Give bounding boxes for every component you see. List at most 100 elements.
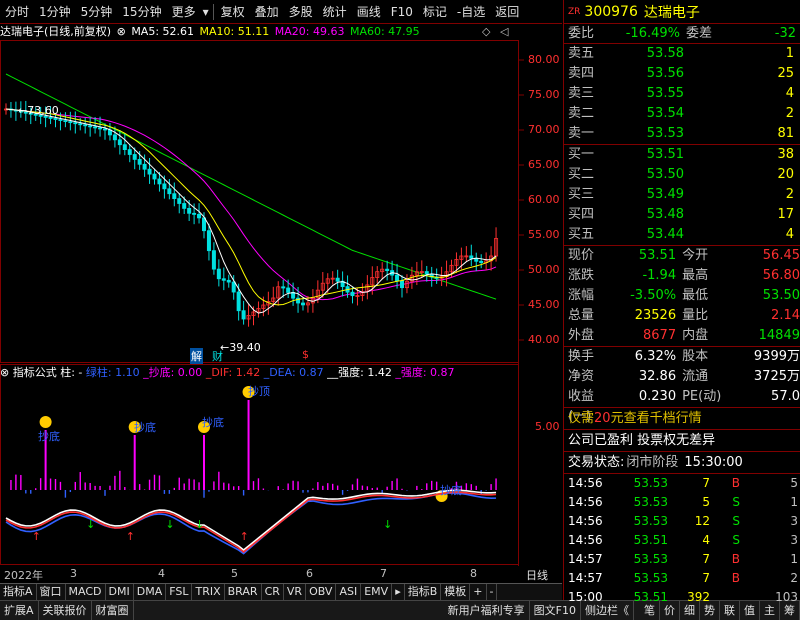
tab-scroll-icon[interactable]: ▸ <box>392 584 405 600</box>
signal-cai[interactable]: 财 <box>212 348 223 364</box>
tick-volume: 392 <box>687 590 710 604</box>
tick-time: 14:57 <box>568 571 603 585</box>
period-label[interactable]: 日线 <box>526 567 548 583</box>
arrow-up-icon: ↑ <box>240 530 249 543</box>
signal-jie[interactable]: 解 <box>190 348 203 364</box>
kline-chart[interactable]: ↑ ↓ ↑ ↓ ↓ ↑ ↓ <box>0 40 562 566</box>
quote-header: ZR 300976 达瑞电子 <box>564 0 800 24</box>
candle <box>424 265 429 282</box>
bid-row-4[interactable]: 买四 53.48 17 <box>564 205 800 225</box>
ask-row-1[interactable]: 卖一 53.53 81 <box>564 124 800 144</box>
tool-5min[interactable]: 5分钟 <box>76 1 118 23</box>
more-chevron-icon[interactable]: ▾ <box>201 1 211 23</box>
bid-row-5[interactable]: 买五 53.44 4 <box>564 225 800 245</box>
ask-row-5[interactable]: 卖五 53.58 1 <box>564 44 800 64</box>
bid-row-1[interactable]: 买一 53.51 38 <box>564 145 800 165</box>
dif-value: _DIF: 1.42 <box>205 366 261 379</box>
chevron-down-icon[interactable]: ⊗ <box>117 25 126 38</box>
x-label: 6 <box>306 567 313 580</box>
tab-remove[interactable]: - <box>487 584 498 600</box>
promo-number: 20 <box>594 411 611 426</box>
bid-book: 买一 53.51 38 买二 53.50 20 买三 53.49 2 买四 53.48 17 买五 53.… <box>564 145 800 246</box>
wealth-circle-button[interactable]: 财富圈 <box>92 601 134 620</box>
ask-row-3[interactable]: 卖三 53.55 4 <box>564 84 800 104</box>
fund-row-2-value-1: 0.230 <box>638 389 677 404</box>
candle-body <box>157 178 162 185</box>
tab-cr[interactable]: CR <box>262 584 284 600</box>
ask-row-2[interactable]: 卖二 53.54 2 <box>564 104 800 124</box>
tool-fenshi[interactable]: 分时 <box>0 1 34 23</box>
ask-row-4[interactable]: 卖四 53.56 25 <box>564 64 800 84</box>
tab-macd[interactable]: MACD <box>66 584 106 600</box>
tab-brar[interactable]: BRAR <box>225 584 262 600</box>
candle <box>464 246 469 262</box>
tick-time: 14:56 <box>568 533 603 547</box>
candle <box>385 260 390 281</box>
tick-side: B <box>731 552 740 566</box>
tab-fsl[interactable]: FSL <box>166 584 193 600</box>
stock-name[interactable]: 达瑞电子 <box>644 2 700 22</box>
tool-more[interactable]: 更多 <box>167 1 201 23</box>
ask-row-2-label: 卖二 <box>568 106 595 121</box>
candle-body <box>187 207 192 214</box>
bid-row-4-volume: 17 <box>777 207 794 222</box>
tool-fuquan[interactable]: 复权 <box>216 1 250 23</box>
tab-window[interactable]: 窗口 <box>37 584 66 600</box>
tool-biaoji[interactable]: 标记 <box>418 1 452 23</box>
tab-dmi[interactable]: DMI <box>106 584 134 600</box>
tab-asi[interactable]: ASI <box>336 584 362 600</box>
tool-fanhui[interactable]: 返回 <box>490 1 524 23</box>
chevron-down-icon[interactable]: ⊗ <box>0 366 9 379</box>
tool-huaxian[interactable]: 画线 <box>352 1 386 23</box>
tab-vr[interactable]: VR <box>284 584 307 600</box>
tab-zhibiao-b[interactable]: 指标B <box>405 584 442 600</box>
candle-body <box>142 163 147 170</box>
fund-row-2-value-2: 57.0 <box>771 389 800 404</box>
candle-body <box>68 121 73 124</box>
status-label: 交易状态: <box>568 455 625 470</box>
stat-row-1-value-2: 56.80 <box>762 268 800 283</box>
tool-diejia[interactable]: 叠加 <box>250 1 284 23</box>
candle <box>484 252 489 271</box>
bottom-tag-1: 抄底 <box>38 430 60 443</box>
candle <box>226 274 231 288</box>
stock-code[interactable]: 300976 <box>584 4 637 20</box>
bid-row-2[interactable]: 买二 53.50 20 <box>564 165 800 185</box>
promo-row[interactable]: 仅需 20 元查看千档行情 <box>564 408 800 430</box>
fund-row-0-value-1: 6.32% <box>634 349 677 364</box>
candle-body <box>103 128 108 131</box>
stat-row-0-value-1: 53.51 <box>638 248 677 263</box>
indicator-y-tick: 5.00 <box>535 420 560 433</box>
new-user-promo-button[interactable]: 新用户福利专享 <box>444 601 530 620</box>
tab-emv[interactable]: EMV <box>361 584 393 600</box>
bid-row-2-price: 53.50 <box>646 167 684 182</box>
tab-obv[interactable]: OBV <box>306 584 337 600</box>
tab-trix[interactable]: TRIX <box>192 584 225 600</box>
bid-row-3[interactable]: 买三 53.49 2 <box>564 185 800 205</box>
tab-dma[interactable]: DMA <box>134 584 167 600</box>
tab-zhibiao-a[interactable]: 指标A <box>0 584 37 600</box>
fund-row-1-value-1: 32.86 <box>638 369 677 384</box>
candle <box>117 130 122 155</box>
y-tick: 45.00 <box>528 298 560 311</box>
candle-body <box>286 287 291 293</box>
tool-1min[interactable]: 1分钟 <box>34 1 76 23</box>
ext-a-button[interactable]: 扩展A <box>0 601 39 620</box>
signal-dollar[interactable]: $ <box>302 348 309 361</box>
bottom-tag-3: 抄底 <box>202 416 224 429</box>
tool-15min[interactable]: 15分钟 <box>117 1 166 23</box>
tab-add[interactable]: + <box>470 584 487 600</box>
ma5-line <box>5 108 497 314</box>
tick-volume: 7 <box>702 571 710 585</box>
tool-duogu[interactable]: 多股 <box>284 1 318 23</box>
x-label: 5 <box>231 567 238 580</box>
tab-template[interactable]: 模板 <box>441 584 471 600</box>
tool-zixuan[interactable]: -自选 <box>452 1 490 23</box>
related-quote-button[interactable]: 关联报价 <box>39 601 92 620</box>
fund-row-0: 换手 6.32% 股本 9399万 <box>564 347 800 367</box>
tool-tongji[interactable]: 统计 <box>318 1 352 23</box>
collapse-icon[interactable]: ◁ <box>500 25 508 38</box>
tick-volume: 7 <box>702 476 710 490</box>
settings-icon[interactable]: ◇ <box>482 25 490 38</box>
tool-f10[interactable]: F10 <box>386 1 418 23</box>
